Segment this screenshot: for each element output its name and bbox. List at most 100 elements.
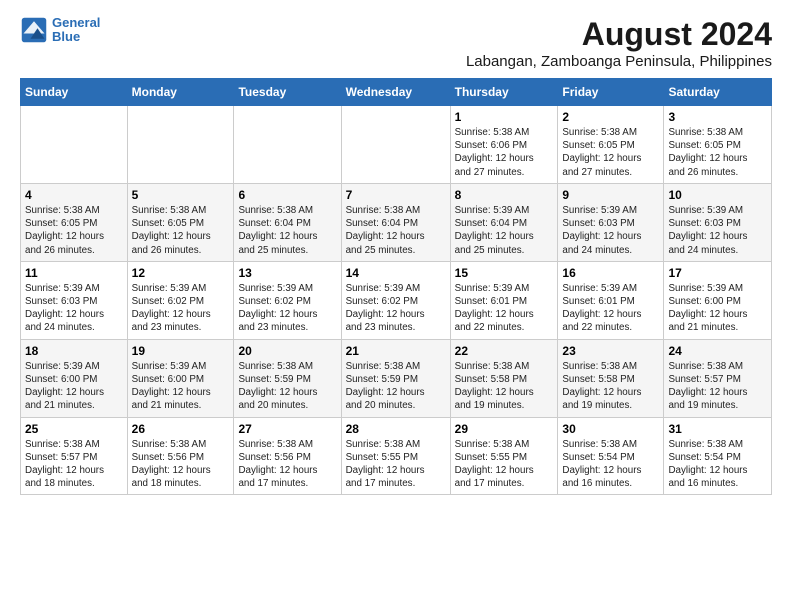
calendar-cell [234,106,341,184]
day-info: Sunrise: 5:38 AM Sunset: 6:05 PM Dayligh… [668,126,767,179]
calendar-cell: 16 Sunrise: 5:39 AM Sunset: 6:01 PM Dayli… [558,261,664,339]
header-cell: Monday [127,79,234,106]
day-number: 31 [668,422,767,436]
header-cell: Wednesday [341,79,450,106]
calendar-week: 18 Sunrise: 5:39 AM Sunset: 6:00 PM Dayli… [21,339,772,417]
day-number: 22 [455,344,554,358]
header-cell: Friday [558,79,664,106]
month-year: August 2024 [466,16,772,53]
day-info: Sunrise: 5:38 AM Sunset: 5:54 PM Dayligh… [562,438,659,491]
day-number: 16 [562,266,659,280]
calendar-cell: 15 Sunrise: 5:39 AM Sunset: 6:01 PM Dayli… [450,261,558,339]
calendar-cell: 17 Sunrise: 5:39 AM Sunset: 6:00 PM Dayli… [664,261,772,339]
logo-text: General Blue [52,16,100,45]
calendar-cell: 29 Sunrise: 5:38 AM Sunset: 5:55 PM Dayli… [450,417,558,495]
calendar-cell: 23 Sunrise: 5:38 AM Sunset: 5:58 PM Dayli… [558,339,664,417]
calendar-cell: 12Sunrise: 5:39 AM Sunset: 6:02 PM Dayli… [127,261,234,339]
calendar-cell: 25Sunrise: 5:38 AM Sunset: 5:57 PM Dayli… [21,417,128,495]
day-info: Sunrise: 5:38 AM Sunset: 5:58 PM Dayligh… [562,360,659,413]
day-number: 4 [25,188,123,202]
location: Labangan, Zamboanga Peninsula, Philippin… [466,53,772,70]
calendar-cell [341,106,450,184]
calendar-cell: 14Sunrise: 5:39 AM Sunset: 6:02 PM Dayli… [341,261,450,339]
calendar-cell: 6 Sunrise: 5:38 AM Sunset: 6:04 PM Daylig… [234,183,341,261]
day-number: 8 [455,188,554,202]
day-number: 2 [562,110,659,124]
header-row: SundayMondayTuesdayWednesdayThursdayFrid… [21,79,772,106]
day-info: Sunrise: 5:39 AM Sunset: 6:00 PM Dayligh… [25,360,123,413]
calendar-cell: 20Sunrise: 5:38 AM Sunset: 5:59 PM Dayli… [234,339,341,417]
calendar-cell: 26Sunrise: 5:38 AM Sunset: 5:56 PM Dayli… [127,417,234,495]
day-info: Sunrise: 5:38 AM Sunset: 5:59 PM Dayligh… [238,360,336,413]
calendar-cell: 5 Sunrise: 5:38 AM Sunset: 6:05 PM Daylig… [127,183,234,261]
logo-icon [20,16,48,44]
calendar-cell: 7 Sunrise: 5:38 AM Sunset: 6:04 PM Daylig… [341,183,450,261]
day-number: 17 [668,266,767,280]
day-info: Sunrise: 5:39 AM Sunset: 6:02 PM Dayligh… [238,282,336,335]
day-info: Sunrise: 5:39 AM Sunset: 6:01 PM Dayligh… [455,282,554,335]
day-info: Sunrise: 5:38 AM Sunset: 5:58 PM Dayligh… [455,360,554,413]
day-info: Sunrise: 5:38 AM Sunset: 6:05 PM Dayligh… [132,204,230,257]
calendar-cell: 31 Sunrise: 5:38 AM Sunset: 5:54 PM Dayli… [664,417,772,495]
day-number: 29 [455,422,554,436]
page-header: General Blue August 2024 Labangan, Zambo… [20,16,772,70]
day-info: Sunrise: 5:38 AM Sunset: 6:04 PM Dayligh… [238,204,336,257]
day-number: 5 [132,188,230,202]
calendar-week: 11Sunrise: 5:39 AM Sunset: 6:03 PM Dayli… [21,261,772,339]
day-info: Sunrise: 5:38 AM Sunset: 6:05 PM Dayligh… [562,126,659,179]
day-number: 15 [455,266,554,280]
day-info: Sunrise: 5:39 AM Sunset: 6:01 PM Dayligh… [562,282,659,335]
calendar-cell: 19Sunrise: 5:39 AM Sunset: 6:00 PM Dayli… [127,339,234,417]
logo-line1: General [52,15,100,30]
day-number: 21 [346,344,446,358]
calendar-cell: 11Sunrise: 5:39 AM Sunset: 6:03 PM Dayli… [21,261,128,339]
day-info: Sunrise: 5:38 AM Sunset: 5:56 PM Dayligh… [132,438,230,491]
calendar-cell: 24Sunrise: 5:38 AM Sunset: 5:57 PM Dayli… [664,339,772,417]
day-number: 6 [238,188,336,202]
calendar-cell: 22 Sunrise: 5:38 AM Sunset: 5:58 PM Dayli… [450,339,558,417]
calendar-week: 4 Sunrise: 5:38 AM Sunset: 6:05 PM Daylig… [21,183,772,261]
calendar-week: 1Sunrise: 5:38 AM Sunset: 6:06 PM Daylig… [21,106,772,184]
day-number: 13 [238,266,336,280]
day-info: Sunrise: 5:39 AM Sunset: 6:03 PM Dayligh… [562,204,659,257]
day-number: 1 [455,110,554,124]
day-info: Sunrise: 5:38 AM Sunset: 6:05 PM Dayligh… [25,204,123,257]
day-info: Sunrise: 5:39 AM Sunset: 6:00 PM Dayligh… [668,282,767,335]
day-number: 7 [346,188,446,202]
day-number: 3 [668,110,767,124]
day-number: 18 [25,344,123,358]
calendar-cell: 8Sunrise: 5:39 AM Sunset: 6:04 PM Daylig… [450,183,558,261]
day-number: 23 [562,344,659,358]
calendar-cell: 3 Sunrise: 5:38 AM Sunset: 6:05 PM Daylig… [664,106,772,184]
day-number: 9 [562,188,659,202]
calendar-body: 1Sunrise: 5:38 AM Sunset: 6:06 PM Daylig… [21,106,772,495]
header-cell: Tuesday [234,79,341,106]
day-number: 28 [346,422,446,436]
calendar-cell [127,106,234,184]
logo: General Blue [20,16,100,45]
calendar-week: 25Sunrise: 5:38 AM Sunset: 5:57 PM Dayli… [21,417,772,495]
day-info: Sunrise: 5:38 AM Sunset: 5:55 PM Dayligh… [455,438,554,491]
day-info: Sunrise: 5:38 AM Sunset: 5:59 PM Dayligh… [346,360,446,413]
day-number: 19 [132,344,230,358]
day-info: Sunrise: 5:39 AM Sunset: 6:03 PM Dayligh… [668,204,767,257]
calendar-cell: 9 Sunrise: 5:39 AM Sunset: 6:03 PM Daylig… [558,183,664,261]
calendar-cell: 30 Sunrise: 5:38 AM Sunset: 5:54 PM Dayli… [558,417,664,495]
day-number: 24 [668,344,767,358]
day-info: Sunrise: 5:38 AM Sunset: 5:54 PM Dayligh… [668,438,767,491]
calendar-table: SundayMondayTuesdayWednesdayThursdayFrid… [20,78,772,495]
calendar-cell [21,106,128,184]
day-number: 27 [238,422,336,436]
day-number: 14 [346,266,446,280]
calendar-cell: 28Sunrise: 5:38 AM Sunset: 5:55 PM Dayli… [341,417,450,495]
calendar-header: SundayMondayTuesdayWednesdayThursdayFrid… [21,79,772,106]
calendar-cell: 10 Sunrise: 5:39 AM Sunset: 6:03 PM Dayli… [664,183,772,261]
day-number: 10 [668,188,767,202]
day-number: 30 [562,422,659,436]
calendar-cell: 4 Sunrise: 5:38 AM Sunset: 6:05 PM Daylig… [21,183,128,261]
day-info: Sunrise: 5:38 AM Sunset: 6:04 PM Dayligh… [346,204,446,257]
calendar-cell: 18 Sunrise: 5:39 AM Sunset: 6:00 PM Dayli… [21,339,128,417]
calendar-cell: 2 Sunrise: 5:38 AM Sunset: 6:05 PM Daylig… [558,106,664,184]
logo-line2: Blue [52,29,80,44]
title-area: August 2024 Labangan, Zamboanga Peninsul… [466,16,772,70]
